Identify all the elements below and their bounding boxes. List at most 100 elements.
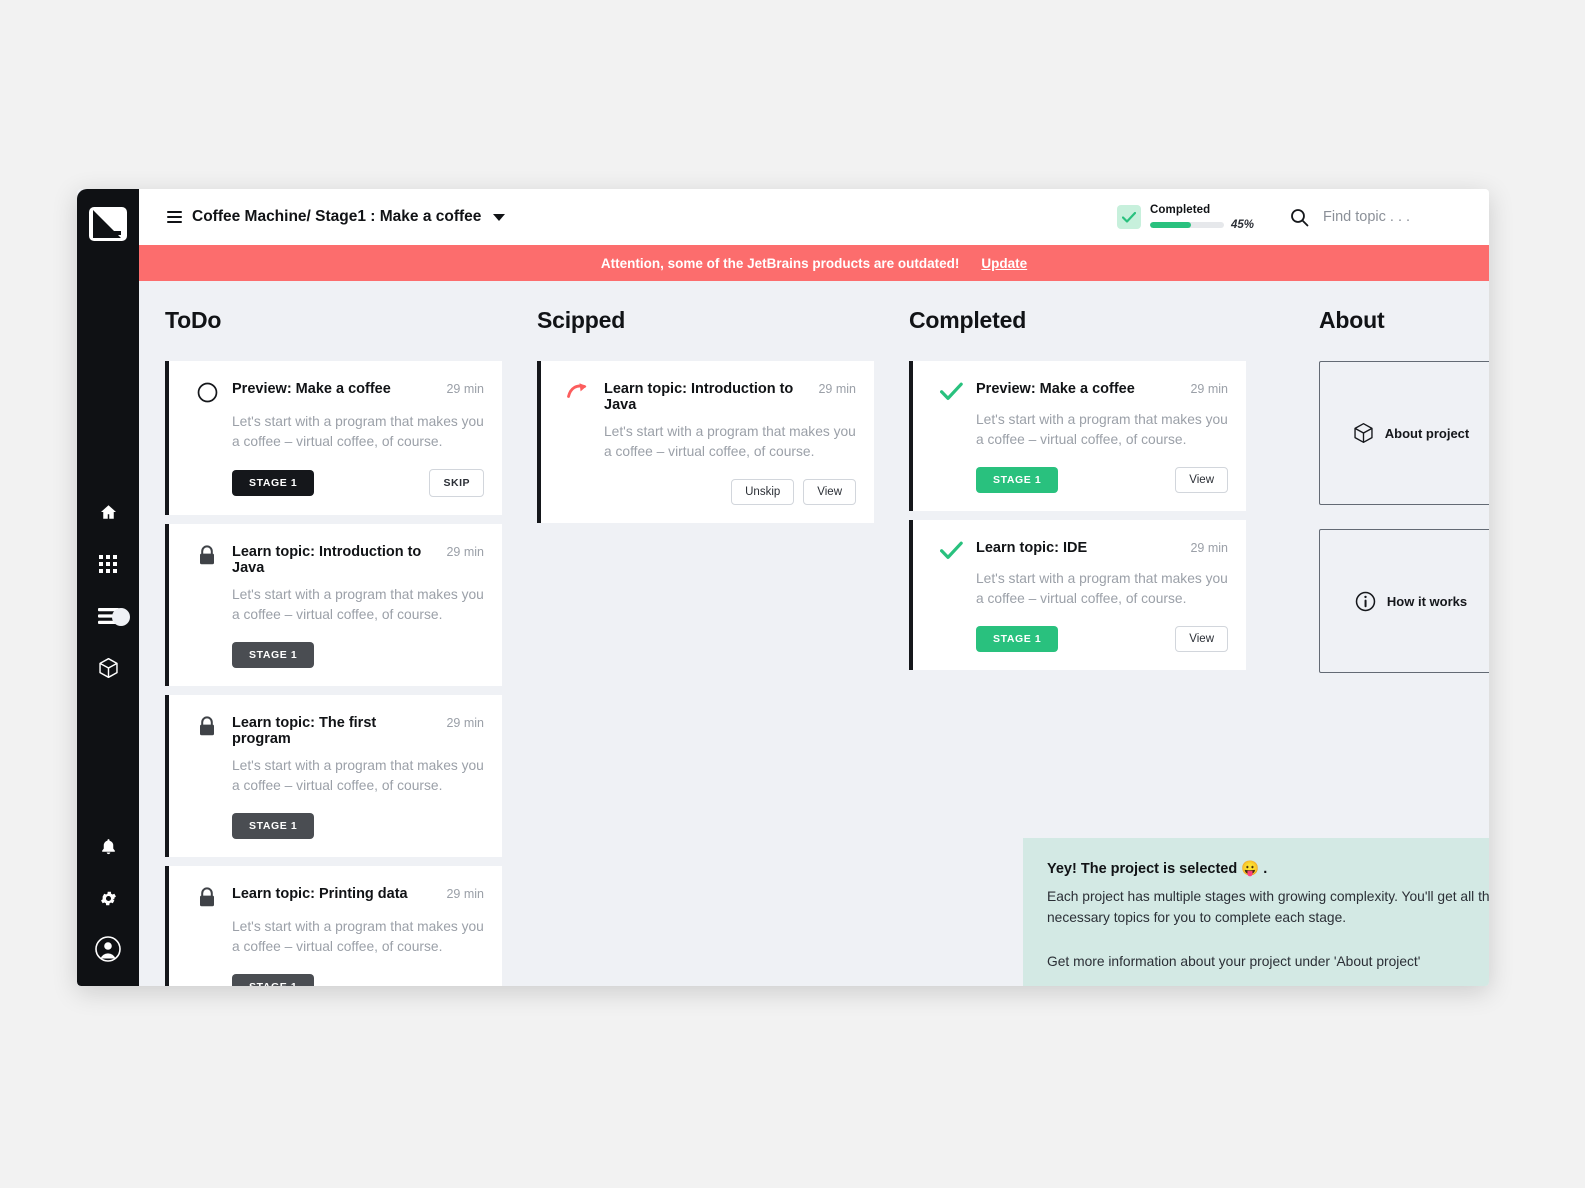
card-status-icon bbox=[195, 381, 219, 403]
card-status-icon bbox=[195, 544, 219, 566]
main-area: Coffee Machine/ Stage1 : Make a coffee C… bbox=[139, 189, 1489, 986]
info-icon bbox=[1355, 591, 1376, 611]
card-header: Learn topic: Introduction to Java 29 min bbox=[567, 381, 856, 413]
search-box[interactable] bbox=[1290, 208, 1463, 227]
card-description: Let's start with a program that makes yo… bbox=[604, 424, 856, 459]
progress-track bbox=[1149, 221, 1224, 228]
card-footer: STAGE 1 bbox=[232, 974, 484, 986]
chevron-down-icon[interactable] bbox=[493, 213, 506, 221]
card-title: Learn topic: Introduction to Java bbox=[232, 544, 422, 576]
sidebar-nav-main bbox=[95, 499, 130, 681]
card-duration: 29 min bbox=[446, 545, 484, 559]
sidebar-item-projects[interactable] bbox=[95, 655, 121, 681]
grid-icon bbox=[95, 551, 121, 577]
stage-badge: STAGE 1 bbox=[976, 626, 1059, 652]
card-description: Let's start with a program that makes yo… bbox=[232, 758, 484, 793]
app-window: Coffee Machine/ Stage1 : Make a coffee C… bbox=[77, 189, 1489, 986]
topic-card[interactable]: Preview: Make a coffee 29 min Let's start … bbox=[165, 361, 502, 515]
search-input[interactable] bbox=[1323, 209, 1463, 225]
card-title-row: Preview: Make a coffee 29 min bbox=[976, 381, 1228, 397]
column-title: Completed bbox=[909, 307, 1027, 333]
card-actions: Unskip View bbox=[731, 479, 856, 505]
card-footer: STAGE 1 bbox=[232, 642, 484, 668]
stage-badge: STAGE 1 bbox=[976, 467, 1059, 493]
topic-card[interactable]: Learn topic: Printing data 29 min Let's st… bbox=[165, 866, 502, 986]
sidebar-active-indicator bbox=[112, 608, 130, 626]
topic-card[interactable]: Learn topic: Introduction to Java 29 min L… bbox=[537, 361, 874, 523]
card-title-row: Preview: Make a coffee 29 min bbox=[232, 381, 484, 397]
card-header: Learn topic: The first program 29 min bbox=[195, 715, 484, 747]
user-avatar-icon[interactable] bbox=[95, 936, 121, 962]
card-duration: 29 min bbox=[1190, 382, 1228, 396]
hamburger-icon[interactable] bbox=[167, 211, 182, 223]
progress-label: Completed bbox=[1149, 203, 1211, 216]
completed-check-badge bbox=[1116, 205, 1141, 229]
card-status-icon bbox=[939, 540, 963, 560]
column-title: Scipped bbox=[537, 307, 626, 333]
topbar-right: Completed 45% bbox=[1116, 203, 1463, 231]
how-it-works-panel[interactable]: How it works bbox=[1319, 529, 1489, 673]
view-button[interactable]: View bbox=[1175, 467, 1228, 493]
column-todo: ToDo Preview: Make a coffee 29 min Let's st… bbox=[165, 307, 537, 986]
hyperskill-logo[interactable] bbox=[89, 207, 127, 241]
sidebar-item-grid[interactable] bbox=[95, 551, 121, 577]
card-header: Preview: Make a coffee 29 min bbox=[939, 381, 1228, 401]
tooltip-body: Each project has multiple stages with gr… bbox=[1047, 889, 1489, 925]
card-header: Learn topic: Printing data 29 min bbox=[195, 886, 484, 908]
card-title-row: Learn topic: Printing data 29 min bbox=[232, 886, 484, 902]
check-green-icon bbox=[939, 541, 963, 559]
skip-arrow-icon bbox=[567, 383, 587, 398]
stage-badge: STAGE 1 bbox=[232, 974, 315, 986]
unskip-button[interactable]: Unskip bbox=[731, 479, 795, 505]
gear-icon[interactable] bbox=[95, 885, 121, 911]
card-description: Let's start with a program that makes yo… bbox=[232, 587, 484, 622]
sidebar-item-home[interactable] bbox=[95, 499, 121, 525]
card-duration: 29 min bbox=[446, 382, 484, 396]
card-footer: STAGE 1 View bbox=[976, 626, 1228, 652]
cube-icon bbox=[1354, 423, 1373, 443]
tooltip-footer: Get more information about your project … bbox=[1047, 954, 1421, 970]
view-button[interactable]: View bbox=[1175, 626, 1228, 652]
topic-card[interactable]: Learn topic: Introduction to Java 29 min L… bbox=[165, 524, 502, 686]
card-header: Learn topic: Introduction to Java 29 min bbox=[195, 544, 484, 576]
breadcrumb-label: Coffee Machine/ Stage1 : Make a coffee bbox=[192, 208, 482, 225]
topic-card[interactable]: Preview: Make a coffee 29 min Let's start … bbox=[909, 361, 1246, 511]
alert-banner: Attention, some of the JetBrains product… bbox=[139, 245, 1489, 281]
progress-percent: 45% bbox=[1230, 218, 1254, 231]
board: ToDo Preview: Make a coffee 29 min Let's st… bbox=[139, 281, 1489, 986]
card-title-row: Learn topic: The first program 29 min bbox=[232, 715, 484, 747]
skip-button[interactable]: SKIP bbox=[429, 469, 484, 497]
card-actions: SKIP bbox=[429, 469, 484, 497]
card-description: Let's start with a program that makes yo… bbox=[976, 571, 1228, 606]
card-status-icon bbox=[195, 886, 219, 908]
card-description: Let's start with a program that makes yo… bbox=[976, 412, 1228, 447]
check-icon bbox=[1121, 211, 1136, 223]
sidebar-item-list[interactable] bbox=[95, 603, 130, 629]
card-header: Learn topic: IDE 29 min bbox=[939, 540, 1228, 560]
bell-icon[interactable] bbox=[95, 834, 121, 860]
sidebar-nav-bottom bbox=[95, 834, 121, 962]
card-duration: 29 min bbox=[446, 887, 484, 901]
card-title: Learn topic: IDE bbox=[976, 540, 1088, 556]
home-icon bbox=[95, 499, 121, 525]
update-link[interactable]: Update bbox=[981, 256, 1027, 271]
topbar: Coffee Machine/ Stage1 : Make a coffee C… bbox=[139, 189, 1489, 245]
card-footer: Unskip View bbox=[604, 479, 856, 505]
card-duration: 29 min bbox=[1190, 541, 1228, 555]
card-description: Let's start with a program that makes yo… bbox=[232, 414, 484, 449]
progress-row: 45% bbox=[1149, 218, 1254, 231]
topic-card[interactable]: Learn topic: The first program 29 min Let'… bbox=[165, 695, 502, 857]
card-title: Learn topic: Introduction to Java bbox=[604, 381, 794, 413]
about-panel-label: How it works bbox=[1386, 593, 1468, 609]
alert-message: Attention, some of the JetBrains product… bbox=[600, 255, 960, 271]
card-title-row: Learn topic: Introduction to Java 29 min bbox=[604, 381, 856, 413]
breadcrumb[interactable]: Coffee Machine/ Stage1 : Make a coffee bbox=[167, 208, 506, 226]
lock-icon bbox=[200, 716, 214, 736]
card-actions: View bbox=[1175, 626, 1228, 652]
view-button[interactable]: View bbox=[803, 479, 856, 505]
card-status-icon bbox=[567, 381, 591, 400]
about-project-panel[interactable]: About project bbox=[1319, 361, 1489, 505]
topic-card[interactable]: Learn topic: IDE 29 min Let's start with a… bbox=[909, 520, 1246, 670]
stage-badge: STAGE 1 bbox=[232, 813, 315, 839]
check-green-icon bbox=[939, 382, 963, 400]
